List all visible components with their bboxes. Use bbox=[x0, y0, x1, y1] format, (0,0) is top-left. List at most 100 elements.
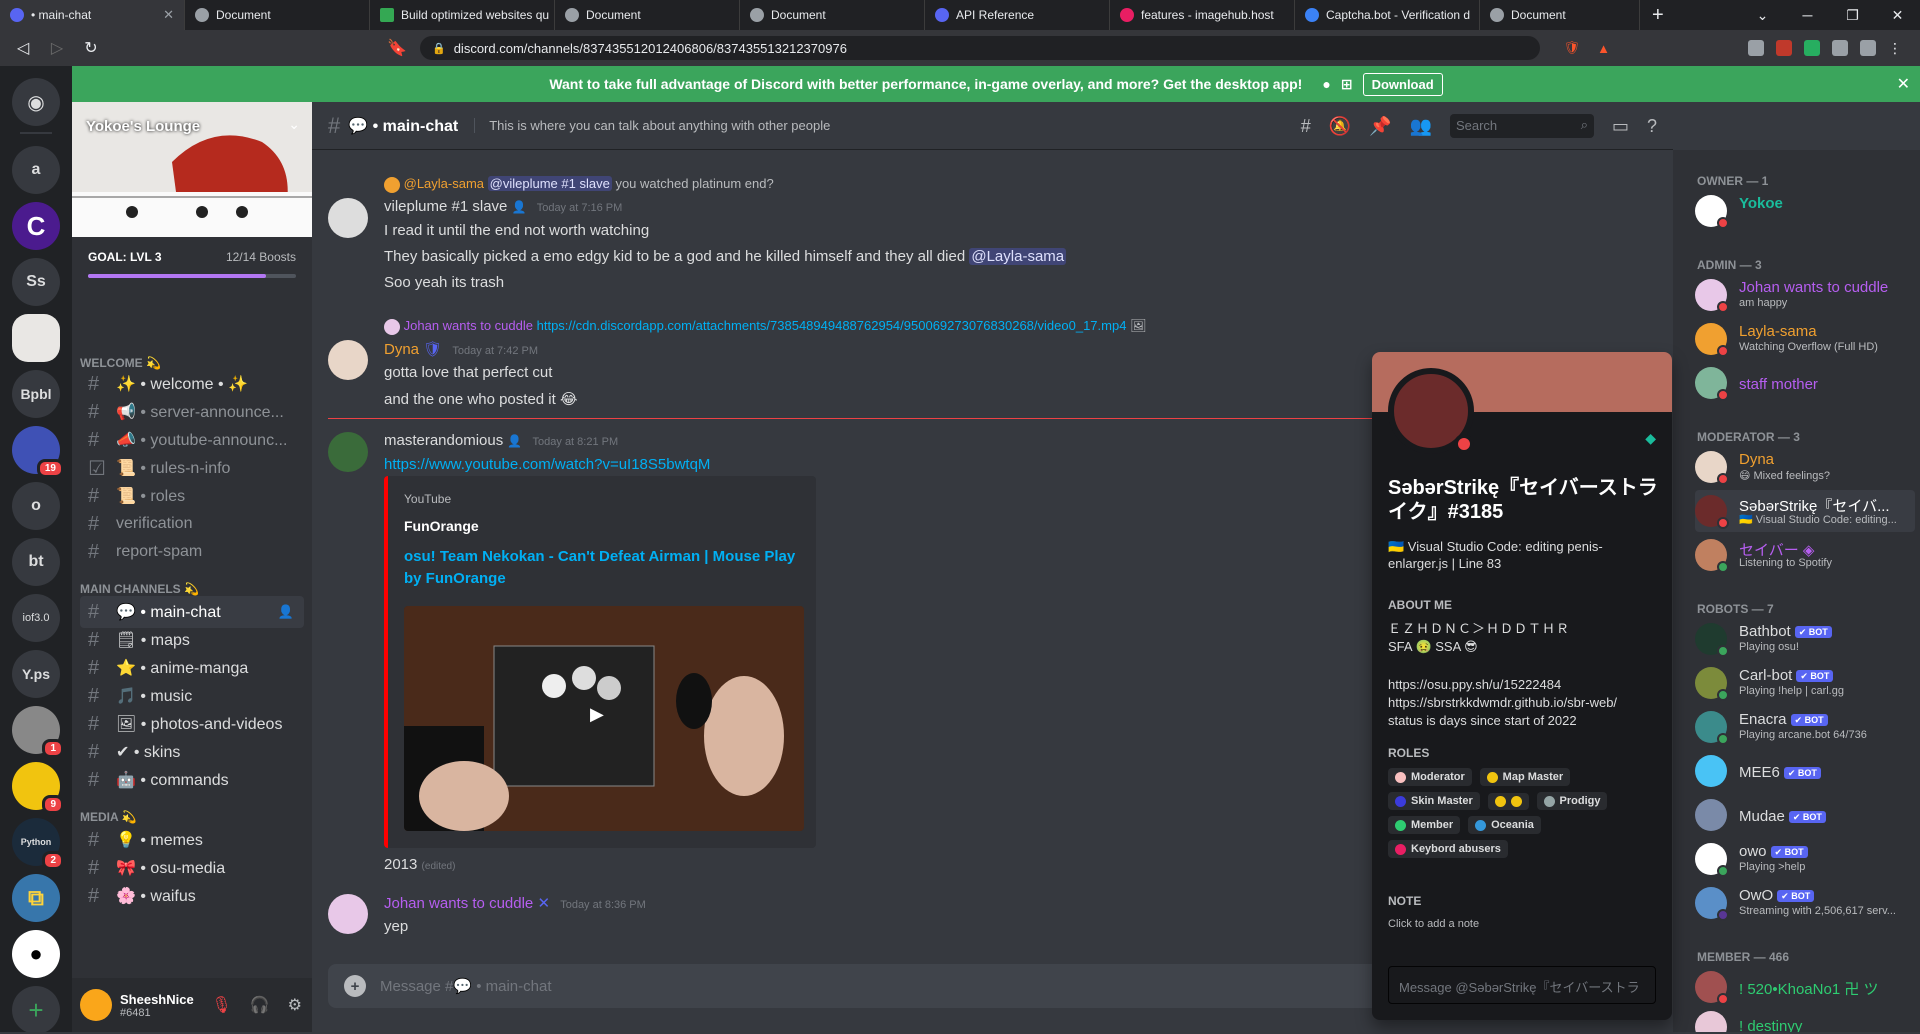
inbox-icon[interactable]: ▭ bbox=[1612, 116, 1629, 137]
url-input[interactable]: 🔒 discord.com/channels/83743551201240680… bbox=[420, 36, 1610, 60]
role-chip[interactable]: Prodigy bbox=[1536, 792, 1608, 810]
member-item[interactable]: Dyna 😄 Mixed feelings? bbox=[1695, 446, 1915, 488]
server-icon[interactable]: 9 bbox=[12, 762, 64, 814]
member-item[interactable]: SəbərStrikę『セイバ... 🇺🇦 Visual Studio Code:… bbox=[1695, 490, 1915, 532]
channel-report-spam[interactable]: # report-spam bbox=[80, 536, 304, 568]
color-extension-icon[interactable] bbox=[1804, 40, 1820, 56]
video-thumbnail[interactable]: ▶ bbox=[404, 606, 804, 831]
channel-topic[interactable]: This is where you can talk about anythin… bbox=[474, 118, 830, 133]
add-server-button[interactable]: + bbox=[12, 986, 60, 1034]
embed-author[interactable]: FunOrange bbox=[404, 518, 479, 534]
bookmark-icon[interactable]: 🔖 bbox=[380, 38, 414, 58]
tab-search-icon[interactable]: ⌄ bbox=[1740, 7, 1785, 24]
server-icon[interactable]: a bbox=[12, 146, 60, 194]
browser-tab[interactable]: API Reference bbox=[925, 0, 1110, 30]
server-icon[interactable]: ● bbox=[12, 930, 60, 978]
play-icon[interactable]: ▶ bbox=[590, 704, 604, 725]
user-info[interactable]: SheeshNice #6481 bbox=[120, 992, 194, 1019]
category-media[interactable]: MEDIA 💫 bbox=[80, 810, 137, 824]
server-icon[interactable]: Python 2 bbox=[12, 818, 64, 870]
member-item[interactable]: Johan wants to cuddle am happy bbox=[1695, 274, 1915, 316]
search-input[interactable]: Search ⌕ bbox=[1449, 114, 1594, 138]
channel-commands[interactable]: # 🤖 • commands bbox=[80, 764, 304, 796]
server-banner[interactable]: Yokoe's Lounge ⌄ bbox=[72, 102, 312, 237]
member-item[interactable]: Layla-sama Watching Overflow (Full HD) bbox=[1695, 318, 1915, 360]
server-icon[interactable]: Y.ps bbox=[12, 650, 60, 698]
pinned-messages-icon[interactable]: 📌 bbox=[1369, 116, 1391, 137]
category-main-channels[interactable]: MAIN CHANNELS 💫 bbox=[80, 582, 199, 596]
avatar[interactable] bbox=[80, 989, 112, 1021]
home-button[interactable]: ◉ bbox=[12, 78, 60, 126]
author-name[interactable]: masterandomious bbox=[384, 432, 503, 449]
avatar[interactable] bbox=[328, 340, 368, 380]
mute-icon[interactable]: 🎙 bbox=[211, 995, 231, 1015]
role-chip[interactable]: Oceania bbox=[1468, 816, 1541, 834]
direct-message-input[interactable]: Message @SəbərStrikę『セイバーストラ bbox=[1388, 966, 1656, 1004]
server-icon[interactable] bbox=[12, 314, 60, 362]
browser-tab[interactable]: Document bbox=[1480, 0, 1640, 30]
link[interactable]: https://cdn.discordapp.com/attachments/7… bbox=[537, 318, 1127, 333]
role-chip[interactable]: Moderator bbox=[1388, 768, 1472, 786]
chevron-down-icon[interactable]: ⌄ bbox=[288, 116, 300, 133]
author-name[interactable]: Dyna bbox=[384, 341, 419, 358]
settings-gear-icon[interactable]: ⚙ bbox=[288, 995, 302, 1015]
member-item[interactable]: Yokoe bbox=[1695, 190, 1915, 232]
back-icon[interactable]: ◁ bbox=[6, 38, 40, 58]
server-icon[interactable]: ⧉ bbox=[12, 874, 60, 922]
member-item[interactable]: OwO ✔ BOT Streaming with 2,506,617 serv... bbox=[1695, 882, 1915, 924]
server-icon[interactable]: Ss bbox=[12, 258, 60, 306]
puzzle-extensions-icon[interactable] bbox=[1832, 40, 1848, 56]
browser-tab[interactable]: Build optimized websites qu bbox=[370, 0, 555, 30]
server-icon[interactable]: 1 bbox=[12, 706, 64, 758]
member-item[interactable]: Carl-bot ✔ BOT Playing !help | carl.gg bbox=[1695, 662, 1915, 704]
role-chip[interactable]: Keybord abusers bbox=[1388, 840, 1508, 858]
browser-tab[interactable]: Document bbox=[185, 0, 370, 30]
forward-icon[interactable]: ▷ bbox=[40, 38, 74, 58]
threads-icon[interactable]: # bbox=[1301, 116, 1311, 137]
vpn-extension-icon[interactable] bbox=[1748, 40, 1764, 56]
role-chip[interactable]: Map Master bbox=[1479, 768, 1571, 786]
avatar[interactable] bbox=[328, 432, 368, 472]
about-me-link[interactable]: https://sbrstrkkdwmdr.github.io/sbr-web/ bbox=[1388, 694, 1658, 711]
browser-tab[interactable]: features - imagehub.host bbox=[1110, 0, 1295, 30]
member-item[interactable]: ! destinyy bbox=[1695, 1006, 1915, 1032]
server-icon[interactable]: 19 bbox=[12, 426, 64, 478]
close-window-icon[interactable]: ✕ bbox=[1875, 7, 1920, 24]
role-chip[interactable]: Skin Master bbox=[1388, 792, 1480, 810]
browser-tab[interactable]: Document bbox=[555, 0, 740, 30]
member-item[interactable]: owo ✔ BOT Playing >help bbox=[1695, 838, 1915, 880]
notification-bell-icon[interactable]: 🔕 bbox=[1329, 116, 1351, 137]
restore-icon[interactable]: ❐ bbox=[1830, 7, 1875, 24]
avatar[interactable] bbox=[328, 894, 368, 934]
server-icon[interactable]: C bbox=[12, 202, 60, 250]
add-member-icon[interactable]: 👤 bbox=[278, 604, 294, 620]
headphones-icon[interactable]: 🎧 bbox=[250, 995, 270, 1015]
member-list-icon[interactable]: 👥 bbox=[1410, 116, 1432, 137]
author-name[interactable]: Johan wants to cuddle bbox=[384, 895, 533, 912]
menu-icon[interactable]: ⋮ bbox=[1888, 40, 1904, 56]
mention[interactable]: @vileplume #1 slave bbox=[487, 176, 612, 191]
close-banner-icon[interactable]: ✕ bbox=[1897, 74, 1910, 94]
about-me-link[interactable]: https://osu.ppy.sh/u/15222484 bbox=[1388, 676, 1658, 693]
server-icon[interactable]: o bbox=[12, 482, 60, 530]
member-item[interactable]: セイバー ◈ Listening to Spotify bbox=[1695, 534, 1915, 576]
server-icon[interactable]: Bpbl bbox=[12, 370, 60, 418]
note-input[interactable]: Click to add a note bbox=[1388, 916, 1658, 933]
download-button[interactable]: Download bbox=[1362, 72, 1443, 96]
member-item[interactable]: Enacra ✔ BOT Playing arcane.bot 64/736 bbox=[1695, 706, 1915, 748]
member-item[interactable]: staff mother bbox=[1695, 362, 1915, 404]
calendar-extension-icon[interactable] bbox=[1776, 40, 1792, 56]
role-chip[interactable]: Member bbox=[1388, 816, 1461, 834]
mention[interactable]: @Layla-sama bbox=[969, 248, 1067, 265]
reply-preview[interactable]: @Layla-sama @vileplume #1 slave you watc… bbox=[384, 176, 774, 193]
server-icon[interactable]: bt bbox=[12, 538, 60, 586]
new-tab-icon[interactable]: + bbox=[1652, 4, 1664, 27]
reply-preview[interactable]: Johan wants to cuddle https://cdn.discor… bbox=[384, 318, 1147, 335]
role-chip[interactable] bbox=[1487, 792, 1529, 810]
boost-goal[interactable]: GOAL: LVL 3 12/14 Boosts bbox=[88, 250, 296, 264]
member-item[interactable]: ! 520•KhoaNo1 卍 ツ bbox=[1695, 966, 1915, 1008]
close-tab-icon[interactable]: ✕ bbox=[163, 7, 174, 23]
member-item[interactable]: Mudae ✔ BOT bbox=[1695, 794, 1915, 836]
brave-shield-icon[interactable]: 🛡 bbox=[1563, 40, 1580, 56]
avatar[interactable] bbox=[328, 198, 368, 238]
